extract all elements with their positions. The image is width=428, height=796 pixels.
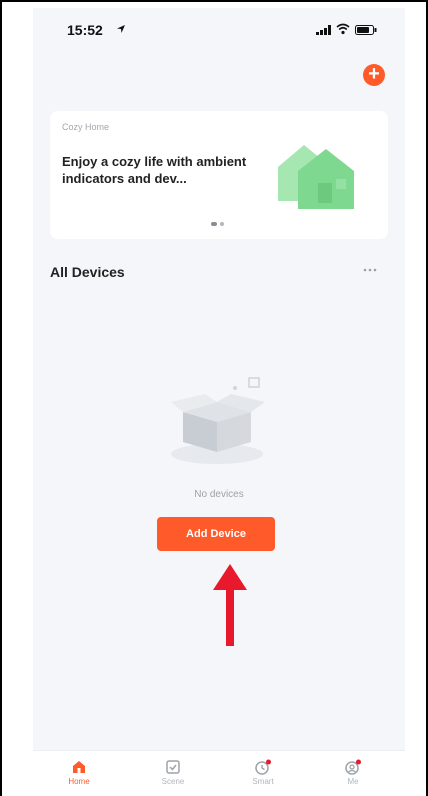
carousel-dot [220, 222, 224, 226]
tab-scene[interactable]: Scene [143, 751, 203, 796]
scene-icon [166, 760, 180, 774]
tab-label: Scene [161, 777, 185, 786]
add-plus-button[interactable]: + [363, 64, 385, 86]
tab-bar: Home Scene Smart Me [33, 750, 405, 796]
smart-icon [255, 759, 271, 775]
no-devices-text: No devices [194, 489, 244, 500]
house-illustration-icon [278, 145, 354, 209]
wifi-icon [336, 23, 350, 35]
tab-label: Me [347, 777, 359, 786]
battery-icon [355, 25, 377, 35]
tab-home[interactable]: Home [49, 751, 109, 796]
status-bar: 15:52 [33, 8, 405, 54]
tab-label: Smart [252, 777, 274, 786]
cellular-signal-icon [316, 25, 331, 35]
profile-icon [345, 759, 361, 775]
more-dots-icon[interactable] [363, 268, 377, 272]
banner-text: Enjoy a cozy life with ambient indicator… [62, 154, 247, 186]
promo-banner[interactable]: Cozy Home Enjoy a cozy life with ambient… [50, 111, 388, 239]
phone-screen: 15:52 + Cozy Home Enjoy a cozy life with… [33, 8, 405, 796]
location-arrow-icon [117, 25, 125, 33]
all-devices-title: All Devices [50, 264, 125, 280]
empty-box-illustration-icon [171, 377, 265, 464]
add-device-button[interactable]: Add Device [157, 517, 275, 551]
tab-smart[interactable]: Smart [233, 751, 293, 796]
banner-small-label: Cozy Home [62, 122, 110, 132]
home-icon [73, 761, 85, 773]
tab-me[interactable]: Me [323, 751, 383, 796]
tab-label: Home [68, 777, 90, 786]
carousel-dot-active [211, 222, 217, 226]
annotation-arrow-icon [213, 564, 247, 646]
status-time: 15:52 [67, 22, 103, 38]
